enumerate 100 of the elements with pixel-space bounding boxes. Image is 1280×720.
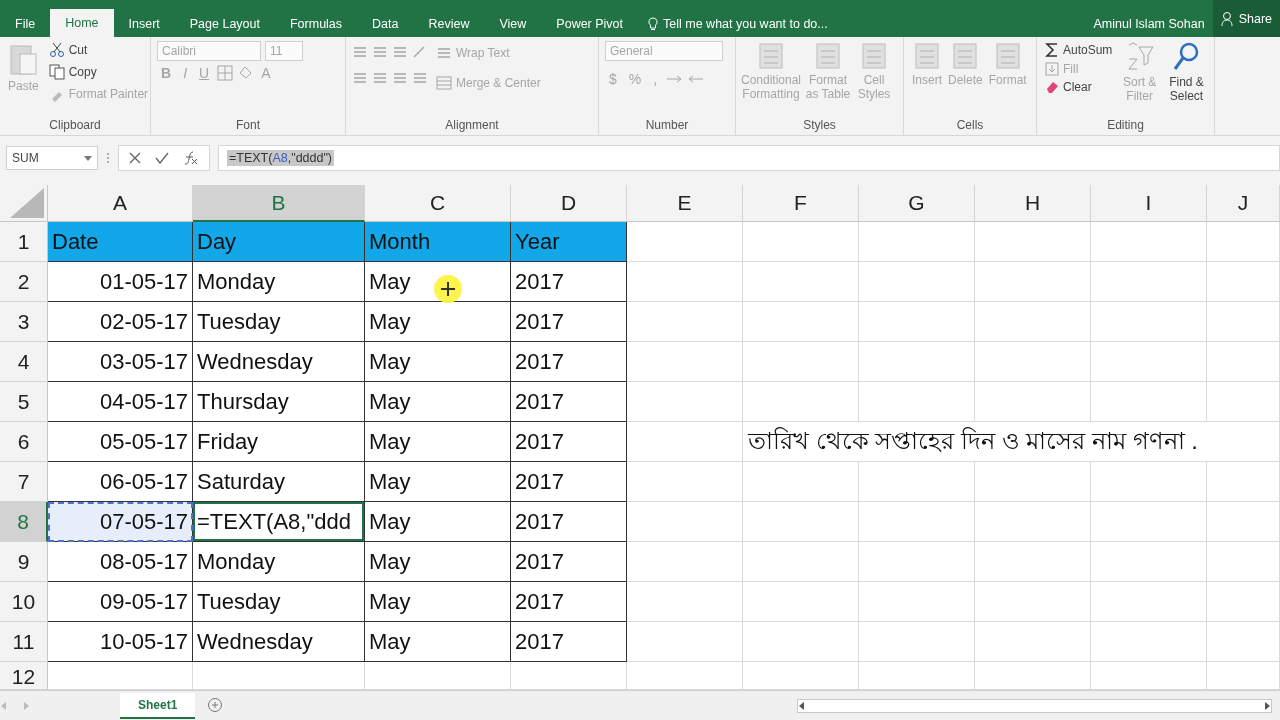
empty-cell[interactable] [627, 382, 743, 422]
table-cell[interactable]: May [365, 462, 511, 502]
column-header[interactable]: E [627, 185, 743, 222]
column-header[interactable]: D [511, 185, 627, 222]
empty-cell[interactable] [859, 382, 975, 422]
empty-cell[interactable] [743, 382, 859, 422]
row-header[interactable]: 5 [0, 382, 48, 422]
table-cell[interactable]: Monday [193, 542, 365, 582]
empty-cell[interactable] [627, 302, 743, 342]
empty-cell[interactable] [1091, 462, 1207, 502]
ribbon-tab[interactable]: Page Layout [174, 11, 275, 37]
empty-cell[interactable] [1207, 502, 1280, 542]
empty-cell[interactable] [1207, 542, 1280, 582]
table-cell[interactable]: 2017 [511, 582, 627, 622]
empty-cell[interactable] [1207, 622, 1280, 662]
table-cell[interactable]: Saturday [193, 462, 365, 502]
empty-cell[interactable] [743, 302, 859, 342]
empty-cell[interactable] [859, 262, 975, 302]
empty-cell[interactable] [1091, 342, 1207, 382]
share-button[interactable]: Share [1212, 0, 1280, 37]
table-cell[interactable]: May [365, 622, 511, 662]
table-cell[interactable]: 08-05-17 [48, 542, 193, 582]
empty-cell[interactable] [1091, 542, 1207, 582]
table-cell[interactable]: 2017 [511, 382, 627, 422]
horizontal-scrollbar[interactable] [797, 699, 1272, 713]
empty-cell[interactable] [743, 622, 859, 662]
table-cell[interactable]: 10-05-17 [48, 622, 193, 662]
empty-cell[interactable] [859, 622, 975, 662]
table-cell[interactable]: Month [365, 222, 511, 262]
table-cell[interactable]: Date [48, 222, 193, 262]
empty-cell[interactable] [743, 342, 859, 382]
row-header[interactable]: 6 [0, 422, 48, 462]
empty-cell[interactable] [975, 222, 1091, 262]
table-cell[interactable]: Year [511, 222, 627, 262]
empty-cell[interactable] [627, 422, 743, 462]
empty-cell[interactable] [859, 462, 975, 502]
table-cell[interactable]: May [365, 342, 511, 382]
column-header[interactable]: C [365, 185, 511, 222]
empty-cell[interactable] [1091, 622, 1207, 662]
column-header[interactable]: F [743, 185, 859, 222]
find-select-button[interactable]: Find & Select [1165, 41, 1208, 115]
empty-cell[interactable] [1207, 262, 1280, 302]
row-header[interactable]: 7 [0, 462, 48, 502]
empty-cell[interactable] [1207, 222, 1280, 262]
table-cell[interactable]: Tuesday [193, 582, 365, 622]
table-cell[interactable]: Friday [193, 422, 365, 462]
empty-cell[interactable] [975, 262, 1091, 302]
column-header[interactable]: I [1091, 185, 1207, 222]
table-cell[interactable]: 09-05-17 [48, 582, 193, 622]
table-cell[interactable]: Monday [193, 262, 365, 302]
autosum-button[interactable]: AutoSum [1043, 41, 1115, 59]
table-cell[interactable]: 03-05-17 [48, 342, 193, 382]
empty-cell[interactable] [627, 622, 743, 662]
table-cell[interactable]: Wednesday [193, 342, 365, 382]
table-cell[interactable]: =TEXT(A8,"ddd [193, 502, 365, 542]
table-cell[interactable]: 2017 [511, 422, 627, 462]
table-cell[interactable]: May [365, 502, 511, 542]
cut-button[interactable]: Cut [46, 41, 151, 59]
empty-cell[interactable] [859, 302, 975, 342]
empty-cell[interactable] [975, 462, 1091, 502]
table-cell[interactable]: 2017 [511, 462, 627, 502]
tell-me-search[interactable]: Tell me what you want to do... [648, 11, 828, 37]
empty-cell[interactable] [1091, 502, 1207, 542]
table-cell[interactable]: Wednesday [193, 622, 365, 662]
table-cell[interactable]: Thursday [193, 382, 365, 422]
row-header[interactable]: 10 [0, 582, 48, 622]
ribbon-tab[interactable]: Home [50, 9, 114, 37]
empty-cell[interactable] [859, 542, 975, 582]
table-cell[interactable]: 05-05-17 [48, 422, 193, 462]
table-cell[interactable]: May [365, 382, 511, 422]
table-cell[interactable]: 2017 [511, 262, 627, 302]
row-header[interactable]: 11 [0, 622, 48, 662]
ribbon-tab[interactable]: Data [357, 11, 414, 37]
row-header[interactable]: 8 [0, 502, 48, 542]
empty-cell[interactable] [1207, 342, 1280, 382]
table-cell[interactable]: 02-05-17 [48, 302, 193, 342]
table-cell[interactable]: May [365, 542, 511, 582]
ribbon-tab[interactable]: Power Pivot [541, 11, 639, 37]
empty-cell[interactable] [743, 582, 859, 622]
table-cell[interactable]: 2017 [511, 302, 627, 342]
empty-cell[interactable] [743, 462, 859, 502]
row-header[interactable]: 9 [0, 542, 48, 582]
empty-cell[interactable] [975, 382, 1091, 422]
column-header[interactable]: J [1207, 185, 1280, 222]
empty-cell[interactable] [743, 542, 859, 582]
empty-cell[interactable] [975, 302, 1091, 342]
empty-cell[interactable] [975, 622, 1091, 662]
row-header[interactable]: 3 [0, 302, 48, 342]
empty-cell[interactable] [627, 342, 743, 382]
ribbon-tab[interactable]: File [0, 11, 51, 37]
table-cell[interactable]: 2017 [511, 342, 627, 382]
table-cell[interactable]: 2017 [511, 622, 627, 662]
row-header[interactable]: 4 [0, 342, 48, 382]
table-cell[interactable]: May [365, 302, 511, 342]
empty-cell[interactable] [743, 262, 859, 302]
empty-cell[interactable] [859, 502, 975, 542]
empty-cell[interactable] [743, 502, 859, 542]
formula-text[interactable]: =TEXT(A8,"dddd") [227, 150, 335, 166]
empty-cell[interactable] [627, 542, 743, 582]
empty-cell[interactable] [1091, 382, 1207, 422]
